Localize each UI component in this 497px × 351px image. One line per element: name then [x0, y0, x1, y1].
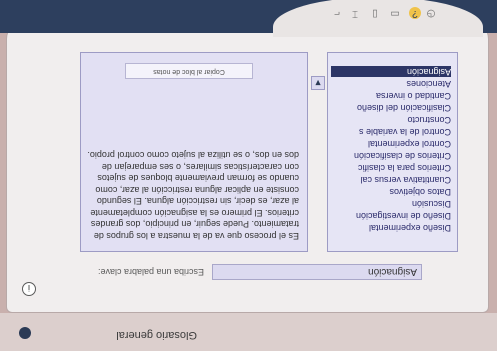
term-item[interactable]: Datos objetivos	[331, 186, 451, 197]
term-item[interactable]: Diseño de investigación	[331, 210, 451, 221]
term-item[interactable]: Clasificación del diseño	[331, 102, 451, 113]
title-bar: Glosario general	[0, 313, 497, 351]
window-title: Glosario general	[116, 329, 197, 341]
term-item[interactable]: Atenciones	[331, 78, 451, 89]
graph-icon[interactable]: ⌐	[331, 7, 343, 19]
glossary-window: Glosario general i Asignación Escriba un…	[0, 0, 497, 351]
term-item[interactable]: Constructo	[331, 114, 451, 125]
term-item[interactable]: Cuantitativa versus cal	[331, 174, 451, 185]
term-item[interactable]: Criterios para la clasific	[331, 162, 451, 173]
definition-text: Es el proceso que va de la muestra a los…	[87, 150, 299, 242]
term-item[interactable]: Control experimental	[331, 138, 451, 149]
term-item[interactable]: Diseño experimental	[331, 222, 451, 233]
glossary-panel: i Asignación Escriba una palabra clave: …	[6, 21, 489, 313]
keyword-input[interactable]: Asignación	[212, 264, 422, 280]
app-logo-icon	[19, 327, 31, 339]
keyword-label: Escriba una palabra clave:	[97, 267, 204, 277]
keyword-row: Asignación Escriba una palabra clave:	[22, 260, 422, 282]
scroll-up-icon[interactable]: ▼	[311, 76, 325, 90]
tools-icon[interactable]: ⌶	[349, 7, 361, 19]
notes-icon[interactable]: ▯	[369, 7, 381, 19]
print-icon[interactable]: ▭	[389, 7, 401, 19]
info-icon[interactable]: i	[22, 282, 36, 296]
copy-to-notepad-button[interactable]: Copiar al bloc de notas	[125, 63, 253, 79]
term-item[interactable]: Control de la variable s	[331, 126, 451, 137]
terms-list: Asignación Atenciones Cantidad o inversa…	[327, 52, 458, 252]
help-icon[interactable]: ?	[409, 7, 421, 19]
term-item[interactable]: Cantidad o inversa	[331, 90, 451, 101]
term-item[interactable]: Asignación	[331, 66, 451, 77]
term-item[interactable]: Criterios de clasificación	[331, 150, 451, 161]
clock-icon[interactable]: ◷	[425, 7, 437, 19]
toolbar-tab: ? ◷ ▭ ▯ ⌶ ⌐	[273, 0, 483, 37]
term-item[interactable]: Discusión	[331, 198, 451, 209]
terms-scrollbar[interactable]: ▼	[311, 52, 325, 252]
definition-box: Es el proceso que va de la muestra a los…	[80, 52, 308, 252]
